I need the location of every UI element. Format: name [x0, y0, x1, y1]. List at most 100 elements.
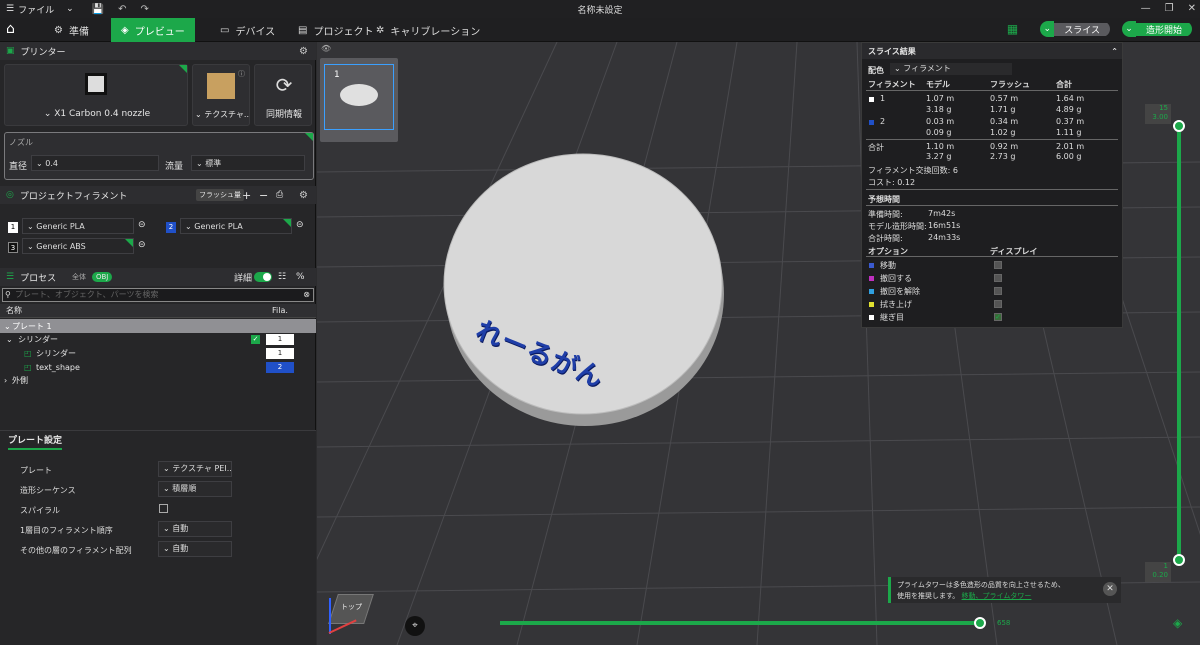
color-swatch	[869, 315, 874, 320]
sum-label: 合計	[868, 143, 884, 152]
add-icon[interactable]: +	[242, 189, 251, 202]
move-slider[interactable]	[500, 617, 987, 629]
setting-label: スパイラル	[20, 506, 60, 515]
tab-prepare[interactable]: ⚙ 準備	[44, 18, 99, 42]
save-icon[interactable]: 💾	[92, 4, 104, 15]
option-checkbox[interactable]	[994, 274, 1002, 282]
section-title: プリンター	[20, 47, 66, 58]
print-button[interactable]: ⌄ 造形開始	[1121, 21, 1192, 37]
home-icon[interactable]: ⌂	[6, 21, 22, 37]
edit-icon[interactable]: ⊝	[296, 220, 304, 230]
option-checkbox-checked[interactable]: ✓	[994, 313, 1002, 321]
edit-icon[interactable]: ⊝	[138, 220, 146, 230]
tree-label: シリンダー	[36, 348, 76, 358]
option-checkbox[interactable]	[994, 300, 1002, 308]
chevron-down-icon[interactable]: ⌄	[1040, 21, 1055, 37]
spiral-checkbox[interactable]	[159, 504, 168, 513]
global-toggle[interactable]: 全体	[72, 272, 86, 282]
percent-icon[interactable]: %	[296, 272, 305, 282]
plate-select[interactable]: ⌄ テクスチャ PEI...	[158, 461, 232, 477]
setting-label: 造形シーケンス	[20, 486, 76, 495]
tab-device[interactable]: ▭ デバイス	[210, 18, 285, 42]
filament-icon: ◎	[6, 190, 14, 200]
sync-label: 同期情報	[265, 110, 302, 120]
slice-button[interactable]: ⌄ スライス	[1040, 21, 1110, 37]
layers-icon[interactable]: ◈	[1173, 616, 1182, 630]
file-menu[interactable]: ☰ ファイル ⌄	[0, 3, 74, 16]
obj-toggle[interactable]: OBJ	[92, 272, 113, 282]
minimize-icon[interactable]: —	[1141, 0, 1151, 18]
notice-link[interactable]: 移動、プライムタワー	[962, 592, 1032, 600]
color-swatch	[869, 97, 874, 102]
tree-row-outer[interactable]: › 外側	[0, 373, 316, 387]
model-time-label: モデル造形時間:	[868, 222, 927, 231]
chevron-down-icon: ⌄	[196, 158, 206, 168]
detail-toggle[interactable]	[254, 272, 272, 282]
plate-settings-tab[interactable]: プレート設定	[8, 433, 63, 450]
flush-button[interactable]: フラッシュ量	[196, 189, 244, 201]
filament-select[interactable]: ⌄ Generic PLA	[180, 218, 292, 234]
total-weight: 4.89 g	[1056, 105, 1082, 114]
section-title: プロセス	[20, 273, 57, 284]
diameter-select[interactable]: ⌄ 0.4	[31, 155, 159, 171]
check-icon[interactable]: ✓	[251, 334, 260, 344]
gear-icon[interactable]: ⚙	[299, 46, 308, 57]
main-tab-bar: ⌂ ⚙ 準備 ◈ プレビュー ▭ デバイス ▤ プロジェクト ✲ キャリブレーション ▦ …	[0, 18, 1200, 42]
model-length: 0.03 m	[926, 117, 955, 126]
filament-badge[interactable]: 2	[266, 361, 294, 373]
gear-icon[interactable]: ⚙	[299, 190, 308, 201]
multi-plate-icon[interactable]: ▦	[1007, 22, 1018, 36]
tree-row-plate[interactable]: ⌄ プレート 1	[0, 319, 316, 333]
filament-badge[interactable]: 1	[266, 347, 294, 359]
other-layers-select[interactable]: ⌄ 自動	[158, 541, 232, 557]
undo-icon[interactable]: ↶	[118, 4, 126, 15]
layer-bottom-handle[interactable]	[1173, 554, 1185, 566]
sync-filament-icon[interactable]: ⎙	[276, 190, 283, 200]
chevron-down-icon[interactable]: ⌄	[1121, 21, 1136, 37]
plate-type-selector[interactable]: ⓘ ⌄ テクスチャ...	[192, 64, 250, 126]
chevron-down-icon: ⌄	[195, 110, 202, 119]
sync-button[interactable]: ⟳ 同期情報	[254, 64, 312, 126]
layer-slider[interactable]	[1173, 120, 1185, 566]
printer-selector[interactable]: ⌄ X1 Carbon 0.4 nozzle	[4, 64, 188, 126]
filament-select[interactable]: ⌄ Generic ABS	[22, 238, 134, 254]
scheme-select[interactable]: ⌄ フィラメント	[890, 63, 1012, 75]
redo-icon[interactable]: ↷	[140, 4, 148, 15]
list-icon[interactable]: ☷	[278, 272, 286, 282]
close-icon[interactable]: ✕	[1103, 582, 1117, 596]
search-box[interactable]: ⚲ プレート、オブジェクト、パーツを検索 ⊗	[2, 288, 314, 302]
print-label: 造形開始	[1135, 22, 1192, 36]
tree-row-part[interactable]: ◰ シリンダー 1	[0, 346, 316, 360]
layer-top-handle[interactable]	[1173, 120, 1185, 132]
remove-icon[interactable]: −	[259, 189, 268, 202]
tab-label: 準備	[68, 26, 89, 38]
tree-row-text-shape[interactable]: ◰ text_shape 2	[0, 360, 316, 374]
clear-icon[interactable]: ⊗	[303, 289, 310, 301]
option-checkbox[interactable]	[994, 287, 1002, 295]
layer-number: 1	[1163, 562, 1168, 570]
edit-icon[interactable]: ⊝	[138, 240, 146, 250]
close-icon[interactable]: ✕	[1188, 0, 1196, 18]
fit-view-icon[interactable]: ⌖	[405, 616, 425, 636]
flow-select[interactable]: ⌄ 標準	[191, 155, 305, 171]
flush-weight: 1.71 g	[990, 105, 1016, 114]
sequence-select[interactable]: ⌄ 積層順	[158, 481, 232, 497]
chevron-down-icon: ⌄	[4, 321, 11, 331]
filament-badge[interactable]: 1	[266, 333, 294, 345]
filament-change-count: フィラメント交換回数: 6	[868, 166, 958, 175]
option-checkbox[interactable]	[994, 261, 1002, 269]
info-icon[interactable]: ⓘ	[238, 69, 245, 79]
move-handle[interactable]	[974, 617, 986, 629]
maximize-icon[interactable]: ❐	[1165, 0, 1174, 18]
window-title: 名称未設定	[577, 5, 623, 16]
tab-label: プレビュー	[134, 26, 185, 38]
tree-row-object[interactable]: ⌄ シリンダー ✓ 1	[0, 332, 316, 346]
first-layer-select[interactable]: ⌄ 自動	[158, 521, 232, 537]
tab-preview[interactable]: ◈ プレビュー	[111, 18, 195, 42]
filament-select[interactable]: ⌄ Generic PLA	[22, 218, 134, 234]
collapse-icon[interactable]: ⌃	[1111, 47, 1118, 56]
filament-number: 2	[880, 117, 886, 126]
view-gizmo[interactable]: トップ	[323, 584, 379, 642]
results-header: スライス結果 ⌃	[862, 43, 1122, 59]
tab-calibration[interactable]: ✲ キャリブレーション	[366, 18, 490, 42]
